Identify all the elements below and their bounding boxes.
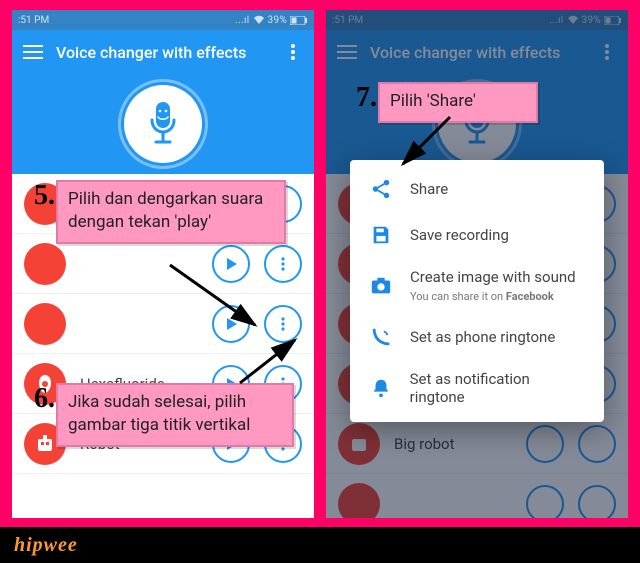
overflow-icon[interactable] [282, 41, 304, 63]
battery-pct: 39% [268, 15, 287, 26]
sheet-label: Save recording [410, 226, 509, 244]
row-overflow-button[interactable] [264, 305, 302, 343]
action-sheet: Share Save recording Create image with s… [350, 160, 604, 422]
app-bar: Voice changer with effects [12, 30, 314, 74]
camera-icon [368, 273, 394, 299]
callout-number: 5. [34, 180, 55, 212]
sheet-item-share[interactable]: Share [350, 166, 604, 212]
list-item[interactable] [12, 294, 314, 354]
callout-number: 7. [356, 82, 377, 114]
signal-icon: ...ıl [235, 15, 249, 26]
sheet-item-image[interactable]: Create image with sound You can share it… [350, 258, 604, 314]
status-bar: :51 PM ...ıl 39% [12, 10, 314, 30]
share-icon [368, 176, 394, 202]
play-button[interactable] [212, 305, 250, 343]
status-time: :51 PM [18, 15, 49, 26]
effect-icon [24, 243, 66, 285]
mic-button[interactable] [124, 85, 202, 163]
callout-text: Jika sudah selesai, pilih gambar tiga ti… [68, 391, 282, 437]
sheet-item-save[interactable]: Save recording [350, 212, 604, 258]
phone-icon [368, 324, 394, 350]
mic-hero [12, 74, 314, 174]
sheet-label: Set as notification ringtone [410, 370, 586, 406]
effect-icon [24, 303, 66, 345]
sheet-item-phone-ringtone[interactable]: Set as phone ringtone [350, 314, 604, 360]
sheet-label: Set as phone ringtone [410, 328, 555, 346]
app-title: Voice changer with effects [56, 43, 270, 62]
hamburger-icon[interactable] [22, 41, 44, 63]
brand-logo: hipwee [14, 534, 78, 557]
wifi-icon [253, 15, 265, 25]
play-button[interactable] [212, 245, 250, 283]
row-overflow-button[interactable] [264, 245, 302, 283]
callout-text: Pilih dan dengarkan suara dengan tekan '… [68, 188, 274, 234]
callout-5: 5. Pilih dan dengarkan suara dengan teka… [56, 180, 286, 244]
callout-7: 7. Pilih 'Share' [378, 82, 538, 123]
sheet-label: Create image with sound You can share it… [410, 268, 576, 304]
sheet-item-notif-ringtone[interactable]: Set as notification ringtone [350, 360, 604, 416]
footer: hipwee [0, 527, 640, 563]
mic-icon [146, 102, 180, 146]
bell-icon [368, 375, 394, 401]
battery-icon [290, 16, 308, 25]
callout-6: 6. Jika sudah selesai, pilih gambar tiga… [56, 383, 294, 447]
sheet-sublabel: You can share it on Facebook [410, 290, 554, 303]
callout-text: Pilih 'Share' [390, 90, 526, 113]
callout-number: 6. [34, 383, 55, 415]
save-icon [368, 222, 394, 248]
sheet-label: Share [410, 180, 448, 198]
